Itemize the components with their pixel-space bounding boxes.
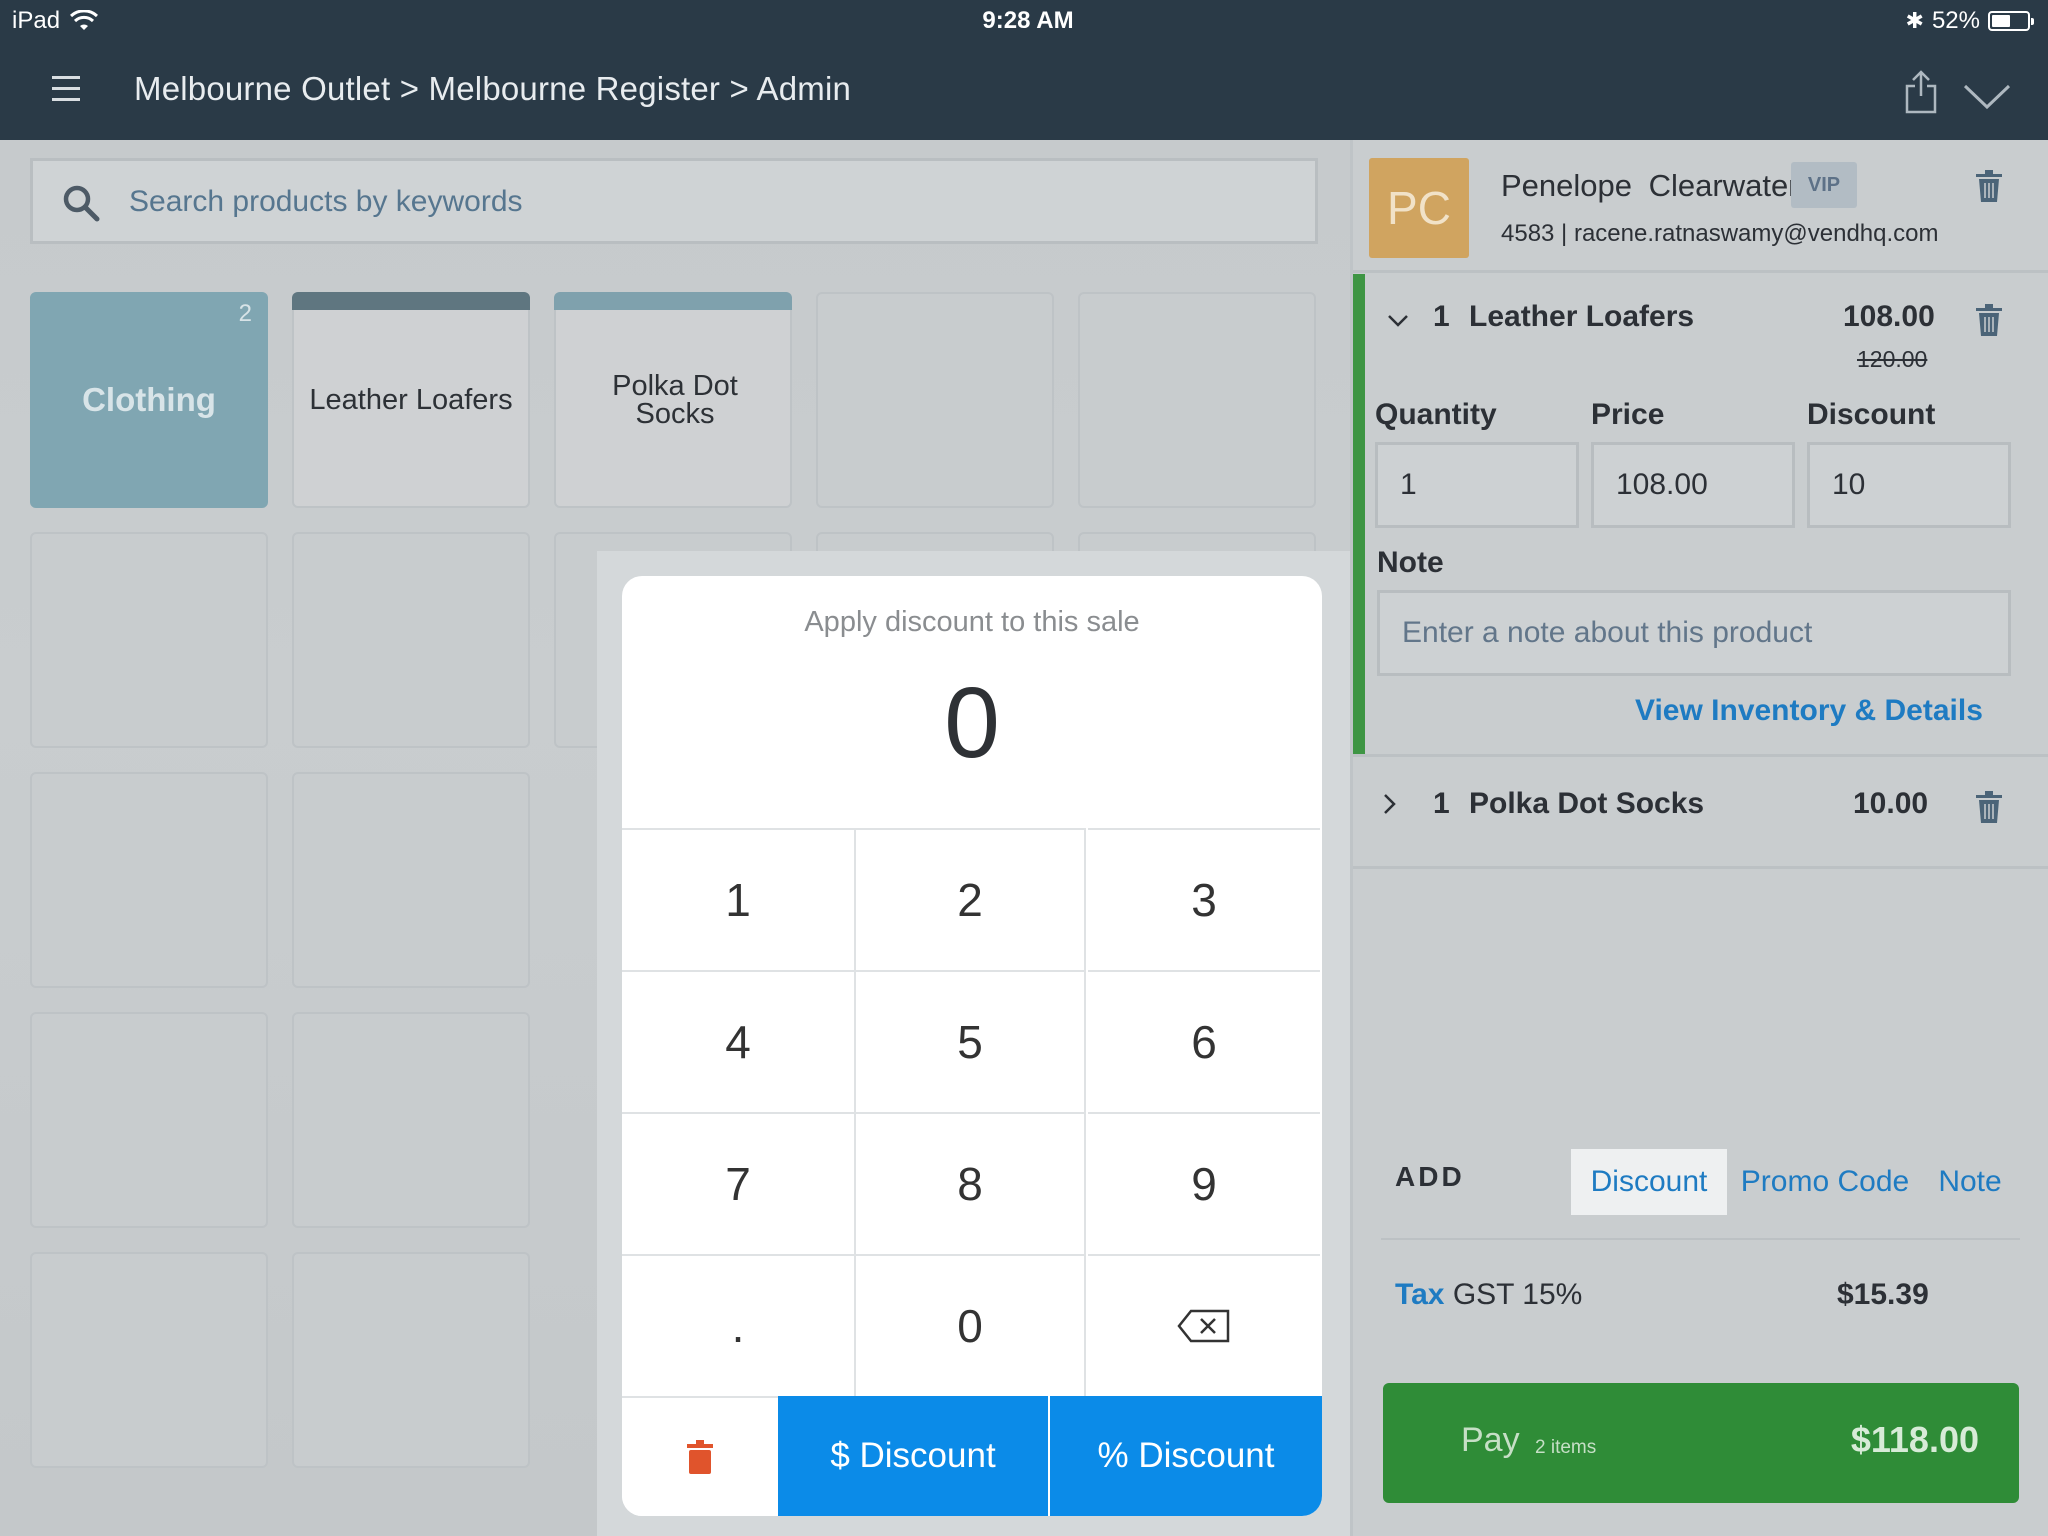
discount-label: Discount (1807, 398, 1936, 431)
remove-item-trash-icon[interactable] (1975, 304, 2003, 336)
empty-tile (1078, 292, 1316, 508)
add-note-button[interactable]: Note (1927, 1149, 2013, 1215)
key-1[interactable]: 1 (622, 828, 854, 970)
key-9[interactable]: 9 (1088, 1112, 1320, 1254)
pay-item-count: 2 items (1535, 1437, 1597, 1458)
add-label: ADD (1395, 1161, 1465, 1192)
pay-amount: $118.00 (1850, 1419, 1979, 1460)
empty-tile (816, 292, 1054, 508)
breadcrumb: Melbourne Outlet > Melbourne Register > … (134, 70, 852, 107)
empty-tile (30, 532, 268, 748)
discount-field[interactable]: 10 (1807, 442, 2011, 528)
tax-amount: $15.39 (1837, 1278, 1929, 1311)
chevron-down-icon[interactable] (1962, 82, 2012, 110)
key-4[interactable]: 4 (622, 970, 854, 1112)
key-5[interactable]: 5 (854, 970, 1086, 1112)
empty-tile (292, 1012, 530, 1228)
line-item-original-price: 120.00 (1857, 346, 1928, 372)
empty-tile (30, 1252, 268, 1468)
key-0[interactable]: 0 (854, 1254, 1086, 1396)
remove-item-trash-icon[interactable] (1975, 791, 2003, 823)
sale-panel: PC Penelope Clearwater VIP 4583 | racene… (1350, 140, 2048, 1536)
keypad-title: Apply discount to this sale (804, 606, 1140, 638)
trash-icon (687, 1440, 713, 1474)
customer-avatar[interactable]: PC (1369, 158, 1469, 258)
key-8[interactable]: 8 (854, 1112, 1086, 1254)
customer-details: 4583 | racene.ratnaswamy@vendhq.com (1501, 220, 1939, 247)
empty-tile (292, 532, 530, 748)
tax-label: GST 15% (1452, 1278, 1583, 1311)
empty-tile (292, 772, 530, 988)
tile-color-bar (292, 292, 530, 310)
search-icon (63, 185, 100, 222)
tile-label: Clothing (82, 381, 216, 418)
line-item-qty: 1 (1433, 300, 1450, 333)
category-tile-clothing[interactable]: 2 Clothing (30, 292, 268, 508)
status-right: ✱ 52% (1905, 7, 2034, 35)
chevron-down-icon[interactable] (1387, 314, 1409, 328)
note-input[interactable]: Enter a note about this product (1377, 590, 2011, 676)
menu-icon[interactable] (52, 76, 80, 102)
view-inventory-link[interactable]: View Inventory & Details (1635, 694, 1983, 728)
line-item-price: 108.00 (1843, 300, 1935, 333)
popover-arrow (1320, 1158, 1346, 1218)
line-item-name[interactable]: Polka Dot Socks (1469, 787, 1704, 821)
key-3[interactable]: 3 (1088, 828, 1320, 970)
divider (1353, 866, 2048, 869)
line-item-leather-loafers: 1 Leather Loafers 108.00 120.00 Quantity… (1353, 274, 2048, 754)
customer-name[interactable]: Penelope Clearwater (1501, 168, 1799, 204)
pay-button[interactable]: Pay 2 items $118.00 (1383, 1383, 2019, 1503)
tile-label: Polka Dot Socks (612, 370, 738, 430)
add-promo-code-button[interactable]: Promo Code (1737, 1149, 1913, 1215)
line-item-qty: 1 (1433, 787, 1450, 820)
divider (1353, 270, 2048, 273)
bluetooth-icon: ✱ (1905, 8, 1924, 33)
quantity-field[interactable]: 1 (1375, 442, 1579, 528)
clear-discount-button[interactable] (622, 1396, 778, 1516)
battery-level-fill (1992, 15, 2010, 27)
category-count: 2 (238, 300, 252, 327)
vip-badge: VIP (1791, 162, 1857, 208)
empty-tile (292, 1252, 530, 1468)
tax-link[interactable]: Tax (1395, 1278, 1444, 1311)
keypad-actions: $ Discount % Discount (622, 1396, 1322, 1516)
key-2[interactable]: 2 (854, 828, 1086, 970)
chevron-right-icon[interactable] (1383, 793, 1397, 815)
discount-keypad: Apply discount to this sale 0 1 2 3 4 5 … (622, 576, 1322, 1516)
line-item-polka-dot-socks[interactable]: 1 Polka Dot Socks 10.00 (1353, 757, 2048, 857)
product-tile-polka-dot-socks[interactable]: Polka Dot Socks (554, 292, 792, 508)
key-7[interactable]: 7 (622, 1112, 854, 1254)
remove-customer-trash-icon[interactable] (1975, 170, 2003, 202)
price-label: Price (1591, 398, 1665, 431)
app-header: Melbourne Outlet > Melbourne Register > … (0, 40, 2048, 140)
battery-icon (1988, 11, 2034, 31)
battery-percent: 52% (1931, 7, 1980, 34)
line-item-price: 10.00 (1853, 787, 1929, 820)
empty-tile (30, 1012, 268, 1228)
backspace-icon (1177, 1309, 1230, 1343)
tax-row: Tax GST 15% (1395, 1278, 1582, 1312)
percent-discount-button[interactable]: % Discount (1050, 1396, 1322, 1516)
empty-tile (30, 772, 268, 988)
line-item-name[interactable]: Leather Loafers (1469, 300, 1694, 334)
product-tile-leather-loafers[interactable]: Leather Loafers (292, 292, 530, 508)
status-time: 9:28 AM (982, 7, 1074, 34)
pay-label: Pay (1461, 1421, 1520, 1459)
divider (1381, 1238, 2020, 1240)
status-bar: iPad 9:28 AM ✱ 52% (0, 0, 2048, 40)
key-6[interactable]: 6 (1088, 970, 1320, 1112)
note-label: Note (1377, 546, 1444, 579)
tile-color-bar (554, 292, 792, 310)
search-bar[interactable] (30, 158, 1318, 244)
price-field[interactable]: 108.00 (1591, 442, 1795, 528)
dollar-discount-button[interactable]: $ Discount (778, 1396, 1048, 1516)
keypad-display: 0 (944, 667, 1000, 779)
key-backspace[interactable] (1088, 1254, 1320, 1396)
share-icon[interactable] (1904, 70, 1938, 114)
quantity-label: Quantity (1375, 398, 1497, 431)
key-decimal[interactable]: . (622, 1254, 854, 1396)
tile-label: Leather Loafers (309, 384, 513, 416)
add-discount-button[interactable]: Discount (1571, 1149, 1727, 1215)
search-input[interactable] (129, 177, 1279, 227)
